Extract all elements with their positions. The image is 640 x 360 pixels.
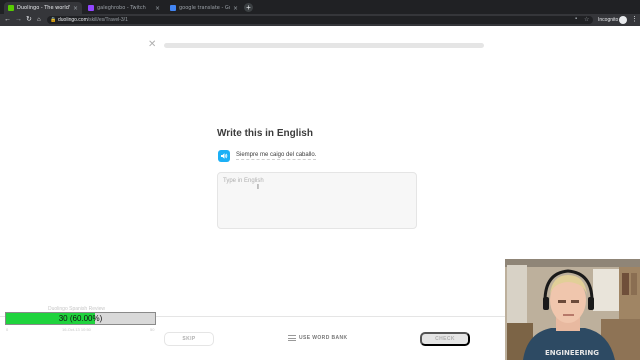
duolingo-favicon-icon xyxy=(8,5,14,11)
overlay-progress-text: 30 (60.00%) xyxy=(58,314,103,323)
webcam-feed: ENGINEERING xyxy=(505,259,640,360)
overlay-date-label: 16-Oct-13 10:50 xyxy=(62,327,91,332)
close-icon[interactable]: × xyxy=(155,5,160,12)
url-host: duolingo.com xyxy=(58,17,88,23)
incognito-indicator-icon: ▪ xyxy=(575,16,578,22)
browser-tab-strip: Duolingo - The world's best × galeghrobo… xyxy=(0,0,640,14)
home-icon[interactable]: ⌂ xyxy=(37,16,41,24)
webcam-image: ENGINEERING xyxy=(505,259,640,360)
word-bank-icon xyxy=(288,335,296,341)
forward-arrow-icon[interactable]: → xyxy=(15,16,22,24)
reload-icon[interactable]: ↻ xyxy=(26,16,32,24)
tab-google-search[interactable]: google translate - Google Search × xyxy=(166,2,242,14)
quit-lesson-icon[interactable]: ✕ xyxy=(148,40,156,50)
tab-label: galeghrobo - Twitch xyxy=(97,5,146,11)
lock-icon: 🔒 xyxy=(50,17,57,23)
new-tab-button[interactable]: + xyxy=(244,3,253,12)
address-bar[interactable]: 🔒 duolingo.com/skill/es/Travel-3/1 ▪ ☆ xyxy=(47,16,593,24)
incognito-avatar-icon[interactable] xyxy=(619,16,627,24)
svg-text:ENGINEERING: ENGINEERING xyxy=(545,349,599,357)
use-word-bank-label: USE WORD BANK xyxy=(299,335,348,341)
speaker-button[interactable] xyxy=(218,150,230,162)
speaker-icon xyxy=(221,153,228,159)
browser-menu-icon[interactable]: ⋮ xyxy=(631,16,638,24)
incognito-label: Incognito xyxy=(598,17,619,23)
browser-toolbar: ← → ↻ ⌂ 🔒 duolingo.com/skill/es/Travel-3… xyxy=(0,14,640,26)
close-icon[interactable]: × xyxy=(73,5,78,12)
url-path: /skill/es/Travel-3/1 xyxy=(87,17,128,23)
skip-button[interactable]: SKIP xyxy=(164,332,214,346)
bookmark-star-icon[interactable]: ☆ xyxy=(584,16,589,23)
prompt-sentence[interactable]: Siempre me caigo del caballo. xyxy=(236,152,317,160)
overlay-progress-bar: 30 (60.00%) xyxy=(5,312,156,325)
close-icon[interactable]: × xyxy=(233,5,238,12)
use-word-bank-button[interactable]: USE WORD BANK xyxy=(288,333,348,343)
tab-twitch[interactable]: galeghrobo - Twitch × xyxy=(84,2,164,14)
tab-label: Duolingo - The world's best xyxy=(17,5,70,11)
check-button[interactable]: CHECK xyxy=(420,332,470,346)
overlay-min-label: 0 xyxy=(6,327,9,332)
text-cursor-icon: I xyxy=(257,184,259,191)
overlay-max-label: 50 xyxy=(150,327,155,332)
tab-label: google translate - Google Search xyxy=(179,5,230,11)
lesson-progress-bar xyxy=(164,43,484,48)
answer-input[interactable] xyxy=(217,172,417,229)
tab-duolingo[interactable]: Duolingo - The world's best × xyxy=(4,2,82,14)
twitch-favicon-icon xyxy=(88,5,94,11)
url-text: duolingo.com/skill/es/Travel-3/1 xyxy=(58,17,128,23)
challenge-title: Write this in English xyxy=(217,128,313,139)
google-favicon-icon xyxy=(170,5,176,11)
screen: Duolingo - The world's best × galeghrobo… xyxy=(0,0,640,360)
back-arrow-icon[interactable]: ← xyxy=(4,16,11,24)
